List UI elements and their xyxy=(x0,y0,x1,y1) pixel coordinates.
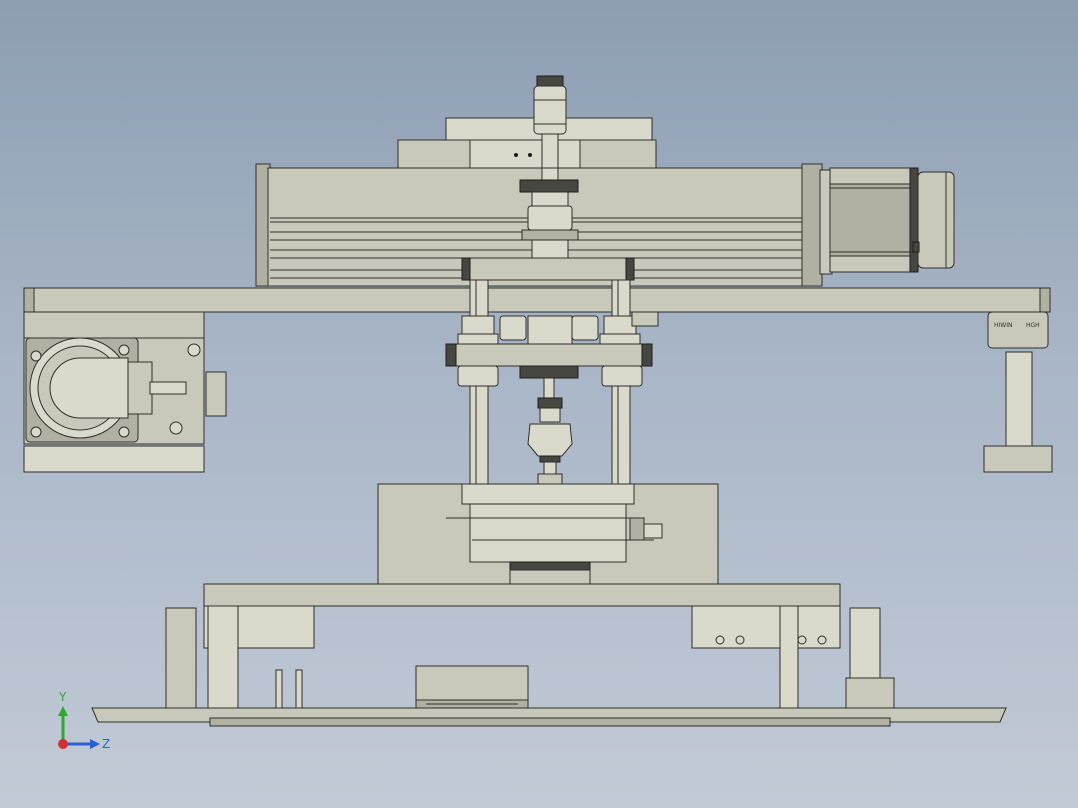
assembly-drawing: HIWIN HGH Y Z xyxy=(23,75,1053,751)
triad-origin xyxy=(58,739,68,749)
horizontal-beam xyxy=(23,287,1051,313)
lower-fixture xyxy=(377,483,719,585)
top-mount-block xyxy=(397,117,657,169)
rail-tag-left: HIWIN xyxy=(994,322,1012,329)
triad-z-label: Z xyxy=(102,737,110,751)
press-head xyxy=(527,377,573,485)
rail-tag-right: HGH xyxy=(1026,322,1040,329)
base-bridge xyxy=(165,583,895,719)
servo-motor xyxy=(829,167,955,273)
cad-viewport[interactable]: HIWIN HGH Y Z xyxy=(0,0,1078,808)
right-linear-guide: HIWIN HGH xyxy=(983,311,1053,473)
left-gear-motor xyxy=(23,311,227,473)
base-plate xyxy=(91,707,1007,727)
triad-y-label: Y xyxy=(58,690,67,704)
